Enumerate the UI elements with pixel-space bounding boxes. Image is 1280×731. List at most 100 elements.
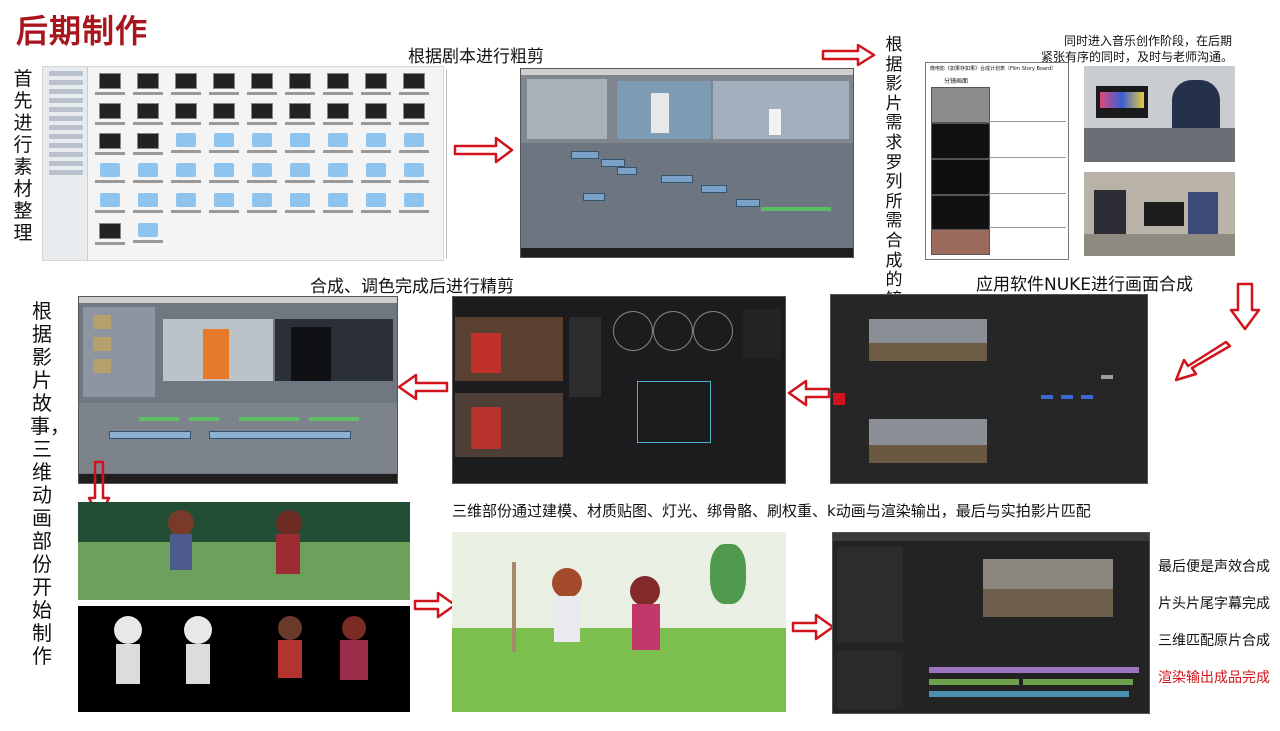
- folder-item[interactable]: [281, 163, 319, 193]
- file-label: [399, 122, 429, 125]
- folder-icon: [176, 163, 196, 177]
- final-step-item: 三维匹配原片合成: [1158, 633, 1270, 649]
- video-file-item[interactable]: [319, 103, 357, 133]
- video-thumbnail-icon: [327, 103, 349, 119]
- video-file-item[interactable]: [91, 133, 129, 163]
- folder-item[interactable]: [319, 163, 357, 193]
- video-file-item[interactable]: [129, 133, 167, 163]
- video-file-item[interactable]: [91, 73, 129, 103]
- video-file-item[interactable]: [205, 103, 243, 133]
- vertical-label-animation: 根据影片故事，三维动画部份开始制作: [30, 299, 70, 668]
- caption-rough-cut: 根据剧本进行粗剪: [408, 47, 544, 67]
- folder-item[interactable]: [167, 163, 205, 193]
- folder-icon: [138, 163, 158, 177]
- folder-item[interactable]: [205, 193, 243, 223]
- folder-item[interactable]: [281, 193, 319, 223]
- folder-item[interactable]: [319, 133, 357, 163]
- folder-item[interactable]: [167, 133, 205, 163]
- folder-item[interactable]: [91, 193, 129, 223]
- video-file-item[interactable]: [129, 103, 167, 133]
- folder-icon: [290, 163, 310, 177]
- video-file-item[interactable]: [395, 73, 433, 103]
- folder-item[interactable]: [243, 193, 281, 223]
- caption-3d: 三维部份通过建模、材质贴图、灯光、绑骨骼、刷权重、k动画与渲染输出，最后与实拍影…: [452, 502, 1091, 520]
- folder-icon: [328, 193, 348, 207]
- folder-item[interactable]: [129, 223, 167, 253]
- file-label: [171, 92, 201, 95]
- folder-item[interactable]: [281, 133, 319, 163]
- video-thumbnail-icon: [403, 103, 425, 119]
- video-file-item[interactable]: [281, 103, 319, 133]
- arrow-left-icon: [1174, 340, 1232, 382]
- divider: [446, 70, 447, 258]
- file-label: [133, 152, 163, 155]
- file-label: [361, 210, 391, 213]
- video-file-item[interactable]: [167, 103, 205, 133]
- folder-item[interactable]: [357, 163, 395, 193]
- file-label: [323, 150, 353, 153]
- caption-fine-cut: 合成、调色完成后进行精剪: [310, 277, 514, 297]
- folder-icon: [328, 133, 348, 147]
- file-label: [361, 150, 391, 153]
- folder-item[interactable]: [243, 133, 281, 163]
- page-title: 后期制作: [16, 12, 149, 50]
- file-label: [95, 242, 125, 245]
- folder-icon: [176, 133, 196, 147]
- photo-music-studio: [1084, 66, 1235, 162]
- video-thumbnail-icon: [99, 223, 121, 239]
- file-label: [133, 240, 163, 243]
- folder-item[interactable]: [395, 163, 433, 193]
- video-file-item[interactable]: [91, 103, 129, 133]
- video-file-item[interactable]: [243, 73, 281, 103]
- render-grass-scene: [78, 502, 410, 600]
- render-character-models: [78, 606, 410, 712]
- file-label: [95, 210, 125, 213]
- file-label: [323, 122, 353, 125]
- video-file-item[interactable]: [357, 73, 395, 103]
- folder-icon: [328, 163, 348, 177]
- folder-item[interactable]: [395, 193, 433, 223]
- video-file-item[interactable]: [91, 223, 129, 253]
- folder-item[interactable]: [129, 193, 167, 223]
- file-label: [133, 122, 163, 125]
- folder-icon: [404, 193, 424, 207]
- folder-item[interactable]: [129, 163, 167, 193]
- video-file-item[interactable]: [167, 73, 205, 103]
- folder-item[interactable]: [167, 193, 205, 223]
- video-file-item[interactable]: [243, 103, 281, 133]
- video-file-item[interactable]: [395, 103, 433, 133]
- vertical-label-organize: 首先进行素材整理: [13, 68, 33, 244]
- video-file-item[interactable]: [281, 73, 319, 103]
- video-file-item[interactable]: [129, 73, 167, 103]
- folder-item[interactable]: [357, 193, 395, 223]
- file-label: [323, 180, 353, 183]
- folder-icon: [176, 193, 196, 207]
- final-step-item: 片头片尾字幕完成: [1158, 596, 1270, 612]
- folder-item[interactable]: [357, 133, 395, 163]
- file-label: [399, 210, 429, 213]
- folder-item[interactable]: [205, 133, 243, 163]
- file-label: [361, 122, 391, 125]
- video-file-item[interactable]: [205, 73, 243, 103]
- file-label: [323, 92, 353, 95]
- arrow-down-icon: [1229, 282, 1261, 331]
- arrow-right-icon: [791, 613, 835, 641]
- file-label: [133, 180, 163, 183]
- file-label: [361, 92, 391, 95]
- folder-item[interactable]: [395, 133, 433, 163]
- folder-icon: [252, 193, 272, 207]
- final-step-item: 渲染输出成品完成: [1158, 670, 1270, 686]
- folder-item[interactable]: [91, 163, 129, 193]
- folder-icon: [252, 133, 272, 147]
- folder-item[interactable]: [243, 163, 281, 193]
- folder-item[interactable]: [205, 163, 243, 193]
- video-file-item[interactable]: [319, 73, 357, 103]
- video-file-item[interactable]: [357, 103, 395, 133]
- video-thumbnail-icon: [175, 103, 197, 119]
- folder-icon: [100, 193, 120, 207]
- folder-item[interactable]: [319, 193, 357, 223]
- file-label: [171, 122, 201, 125]
- folder-icon: [290, 193, 310, 207]
- video-thumbnail-icon: [213, 103, 235, 119]
- final-step-item: 最后便是声效合成: [1158, 559, 1270, 575]
